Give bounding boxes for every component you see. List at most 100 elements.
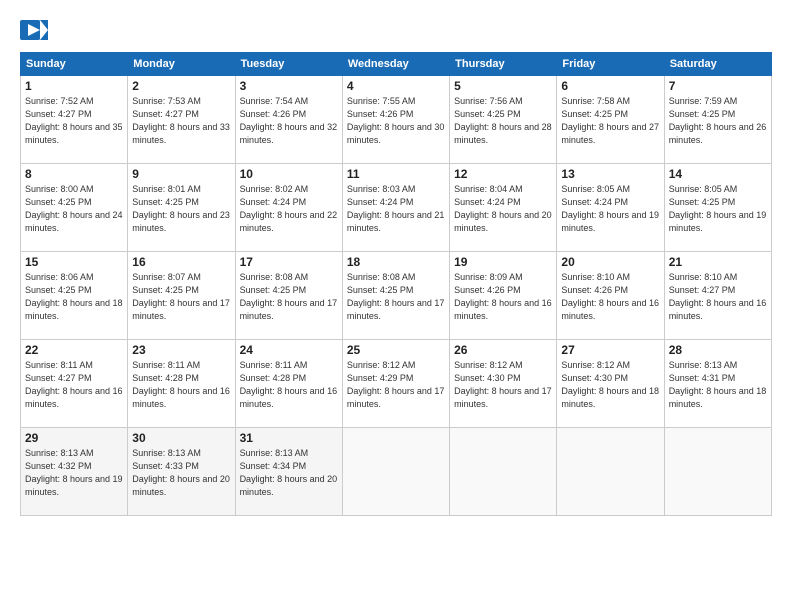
day-number: 1	[25, 79, 123, 93]
weekday-header-saturday: Saturday	[664, 53, 771, 76]
logo-icon	[20, 16, 48, 44]
day-number: 12	[454, 167, 552, 181]
day-info: Sunrise: 8:11 AM Sunset: 4:28 PM Dayligh…	[132, 359, 230, 411]
day-number: 16	[132, 255, 230, 269]
calendar-cell: 27 Sunrise: 8:12 AM Sunset: 4:30 PM Dayli…	[557, 340, 664, 428]
calendar-cell: 8Sunrise: 8:00 AM Sunset: 4:25 PM Daylig…	[21, 164, 128, 252]
day-info: Sunrise: 8:05 AM Sunset: 4:25 PM Dayligh…	[669, 183, 767, 235]
day-info: Sunrise: 8:08 AM Sunset: 4:25 PM Dayligh…	[240, 271, 338, 323]
calendar-cell: 22 Sunrise: 8:11 AM Sunset: 4:27 PM Dayli…	[21, 340, 128, 428]
day-number: 28	[669, 343, 767, 357]
day-number: 20	[561, 255, 659, 269]
day-info: Sunrise: 8:13 AM Sunset: 4:31 PM Dayligh…	[669, 359, 767, 411]
day-info: Sunrise: 7:55 AM Sunset: 4:26 PM Dayligh…	[347, 95, 445, 147]
day-number: 26	[454, 343, 552, 357]
calendar-cell: 3 Sunrise: 7:54 AM Sunset: 4:26 PM Daylig…	[235, 76, 342, 164]
calendar-cell: 28 Sunrise: 8:13 AM Sunset: 4:31 PM Dayli…	[664, 340, 771, 428]
calendar-cell: 6 Sunrise: 7:58 AM Sunset: 4:25 PM Daylig…	[557, 76, 664, 164]
week-row-4: 22 Sunrise: 8:11 AM Sunset: 4:27 PM Dayli…	[21, 340, 772, 428]
calendar-cell: 12 Sunrise: 8:04 AM Sunset: 4:24 PM Dayli…	[450, 164, 557, 252]
day-info: Sunrise: 8:12 AM Sunset: 4:29 PM Dayligh…	[347, 359, 445, 411]
calendar-cell: 29 Sunrise: 8:13 AM Sunset: 4:32 PM Dayli…	[21, 428, 128, 516]
calendar-cell: 11Sunrise: 8:03 AM Sunset: 4:24 PM Dayli…	[342, 164, 449, 252]
day-number: 11	[347, 167, 445, 181]
day-number: 5	[454, 79, 552, 93]
day-number: 25	[347, 343, 445, 357]
calendar-cell: 7 Sunrise: 7:59 AM Sunset: 4:25 PM Daylig…	[664, 76, 771, 164]
weekday-header-wednesday: Wednesday	[342, 53, 449, 76]
day-number: 14	[669, 167, 767, 181]
calendar-cell: 10 Sunrise: 8:02 AM Sunset: 4:24 PM Dayli…	[235, 164, 342, 252]
header	[20, 16, 772, 44]
day-number: 3	[240, 79, 338, 93]
calendar-cell: 9 Sunrise: 8:01 AM Sunset: 4:25 PM Daylig…	[128, 164, 235, 252]
weekday-header-sunday: Sunday	[21, 53, 128, 76]
day-number: 4	[347, 79, 445, 93]
calendar-cell: 18Sunrise: 8:08 AM Sunset: 4:25 PM Dayli…	[342, 252, 449, 340]
weekday-header-thursday: Thursday	[450, 53, 557, 76]
calendar-cell: 31 Sunrise: 8:13 AM Sunset: 4:34 PM Dayli…	[235, 428, 342, 516]
day-number: 27	[561, 343, 659, 357]
day-info: Sunrise: 8:11 AM Sunset: 4:28 PM Dayligh…	[240, 359, 338, 411]
weekday-header-row: SundayMondayTuesdayWednesdayThursdayFrid…	[21, 53, 772, 76]
logo	[20, 16, 52, 44]
calendar-cell: 20Sunrise: 8:10 AM Sunset: 4:26 PM Dayli…	[557, 252, 664, 340]
calendar-cell	[342, 428, 449, 516]
calendar-cell: 13 Sunrise: 8:05 AM Sunset: 4:24 PM Dayli…	[557, 164, 664, 252]
calendar-cell: 21 Sunrise: 8:10 AM Sunset: 4:27 PM Dayli…	[664, 252, 771, 340]
calendar-cell: 16Sunrise: 8:07 AM Sunset: 4:25 PM Dayli…	[128, 252, 235, 340]
week-row-5: 29 Sunrise: 8:13 AM Sunset: 4:32 PM Dayli…	[21, 428, 772, 516]
day-info: Sunrise: 8:12 AM Sunset: 4:30 PM Dayligh…	[454, 359, 552, 411]
week-row-2: 8Sunrise: 8:00 AM Sunset: 4:25 PM Daylig…	[21, 164, 772, 252]
day-info: Sunrise: 8:01 AM Sunset: 4:25 PM Dayligh…	[132, 183, 230, 235]
calendar-cell: 19Sunrise: 8:09 AM Sunset: 4:26 PM Dayli…	[450, 252, 557, 340]
calendar-cell: 30 Sunrise: 8:13 AM Sunset: 4:33 PM Dayli…	[128, 428, 235, 516]
day-info: Sunrise: 8:04 AM Sunset: 4:24 PM Dayligh…	[454, 183, 552, 235]
calendar-cell: 25 Sunrise: 8:12 AM Sunset: 4:29 PM Dayli…	[342, 340, 449, 428]
day-number: 29	[25, 431, 123, 445]
day-number: 7	[669, 79, 767, 93]
day-info: Sunrise: 8:05 AM Sunset: 4:24 PM Dayligh…	[561, 183, 659, 235]
calendar-cell: 4 Sunrise: 7:55 AM Sunset: 4:26 PM Daylig…	[342, 76, 449, 164]
day-info: Sunrise: 7:58 AM Sunset: 4:25 PM Dayligh…	[561, 95, 659, 147]
calendar-cell: 1 Sunrise: 7:52 AM Sunset: 4:27 PM Daylig…	[21, 76, 128, 164]
day-info: Sunrise: 7:59 AM Sunset: 4:25 PM Dayligh…	[669, 95, 767, 147]
day-number: 9	[132, 167, 230, 181]
day-number: 10	[240, 167, 338, 181]
day-number: 30	[132, 431, 230, 445]
day-info: Sunrise: 8:02 AM Sunset: 4:24 PM Dayligh…	[240, 183, 338, 235]
day-info: Sunrise: 8:10 AM Sunset: 4:27 PM Dayligh…	[669, 271, 767, 323]
day-number: 17	[240, 255, 338, 269]
day-number: 6	[561, 79, 659, 93]
day-info: Sunrise: 8:11 AM Sunset: 4:27 PM Dayligh…	[25, 359, 123, 411]
week-row-1: 1 Sunrise: 7:52 AM Sunset: 4:27 PM Daylig…	[21, 76, 772, 164]
day-number: 8	[25, 167, 123, 181]
day-number: 15	[25, 255, 123, 269]
day-number: 2	[132, 79, 230, 93]
day-info: Sunrise: 8:13 AM Sunset: 4:34 PM Dayligh…	[240, 447, 338, 499]
calendar-cell: 26 Sunrise: 8:12 AM Sunset: 4:30 PM Dayli…	[450, 340, 557, 428]
weekday-header-tuesday: Tuesday	[235, 53, 342, 76]
day-info: Sunrise: 8:13 AM Sunset: 4:32 PM Dayligh…	[25, 447, 123, 499]
day-info: Sunrise: 8:12 AM Sunset: 4:30 PM Dayligh…	[561, 359, 659, 411]
day-info: Sunrise: 8:06 AM Sunset: 4:25 PM Dayligh…	[25, 271, 123, 323]
day-number: 22	[25, 343, 123, 357]
day-number: 31	[240, 431, 338, 445]
calendar-cell: 15 Sunrise: 8:06 AM Sunset: 4:25 PM Dayli…	[21, 252, 128, 340]
day-info: Sunrise: 7:52 AM Sunset: 4:27 PM Dayligh…	[25, 95, 123, 147]
calendar-cell: 24Sunrise: 8:11 AM Sunset: 4:28 PM Dayli…	[235, 340, 342, 428]
day-number: 13	[561, 167, 659, 181]
day-info: Sunrise: 8:13 AM Sunset: 4:33 PM Dayligh…	[132, 447, 230, 499]
day-info: Sunrise: 7:54 AM Sunset: 4:26 PM Dayligh…	[240, 95, 338, 147]
calendar-cell: 17 Sunrise: 8:08 AM Sunset: 4:25 PM Dayli…	[235, 252, 342, 340]
calendar-table: SundayMondayTuesdayWednesdayThursdayFrid…	[20, 52, 772, 516]
day-number: 21	[669, 255, 767, 269]
day-number: 19	[454, 255, 552, 269]
calendar-cell: 2Sunrise: 7:53 AM Sunset: 4:27 PM Daylig…	[128, 76, 235, 164]
week-row-3: 15 Sunrise: 8:06 AM Sunset: 4:25 PM Dayli…	[21, 252, 772, 340]
day-info: Sunrise: 8:08 AM Sunset: 4:25 PM Dayligh…	[347, 271, 445, 323]
calendar-cell: 5Sunrise: 7:56 AM Sunset: 4:25 PM Daylig…	[450, 76, 557, 164]
weekday-header-friday: Friday	[557, 53, 664, 76]
page: SundayMondayTuesdayWednesdayThursdayFrid…	[0, 0, 792, 612]
calendar-cell: 14 Sunrise: 8:05 AM Sunset: 4:25 PM Dayli…	[664, 164, 771, 252]
